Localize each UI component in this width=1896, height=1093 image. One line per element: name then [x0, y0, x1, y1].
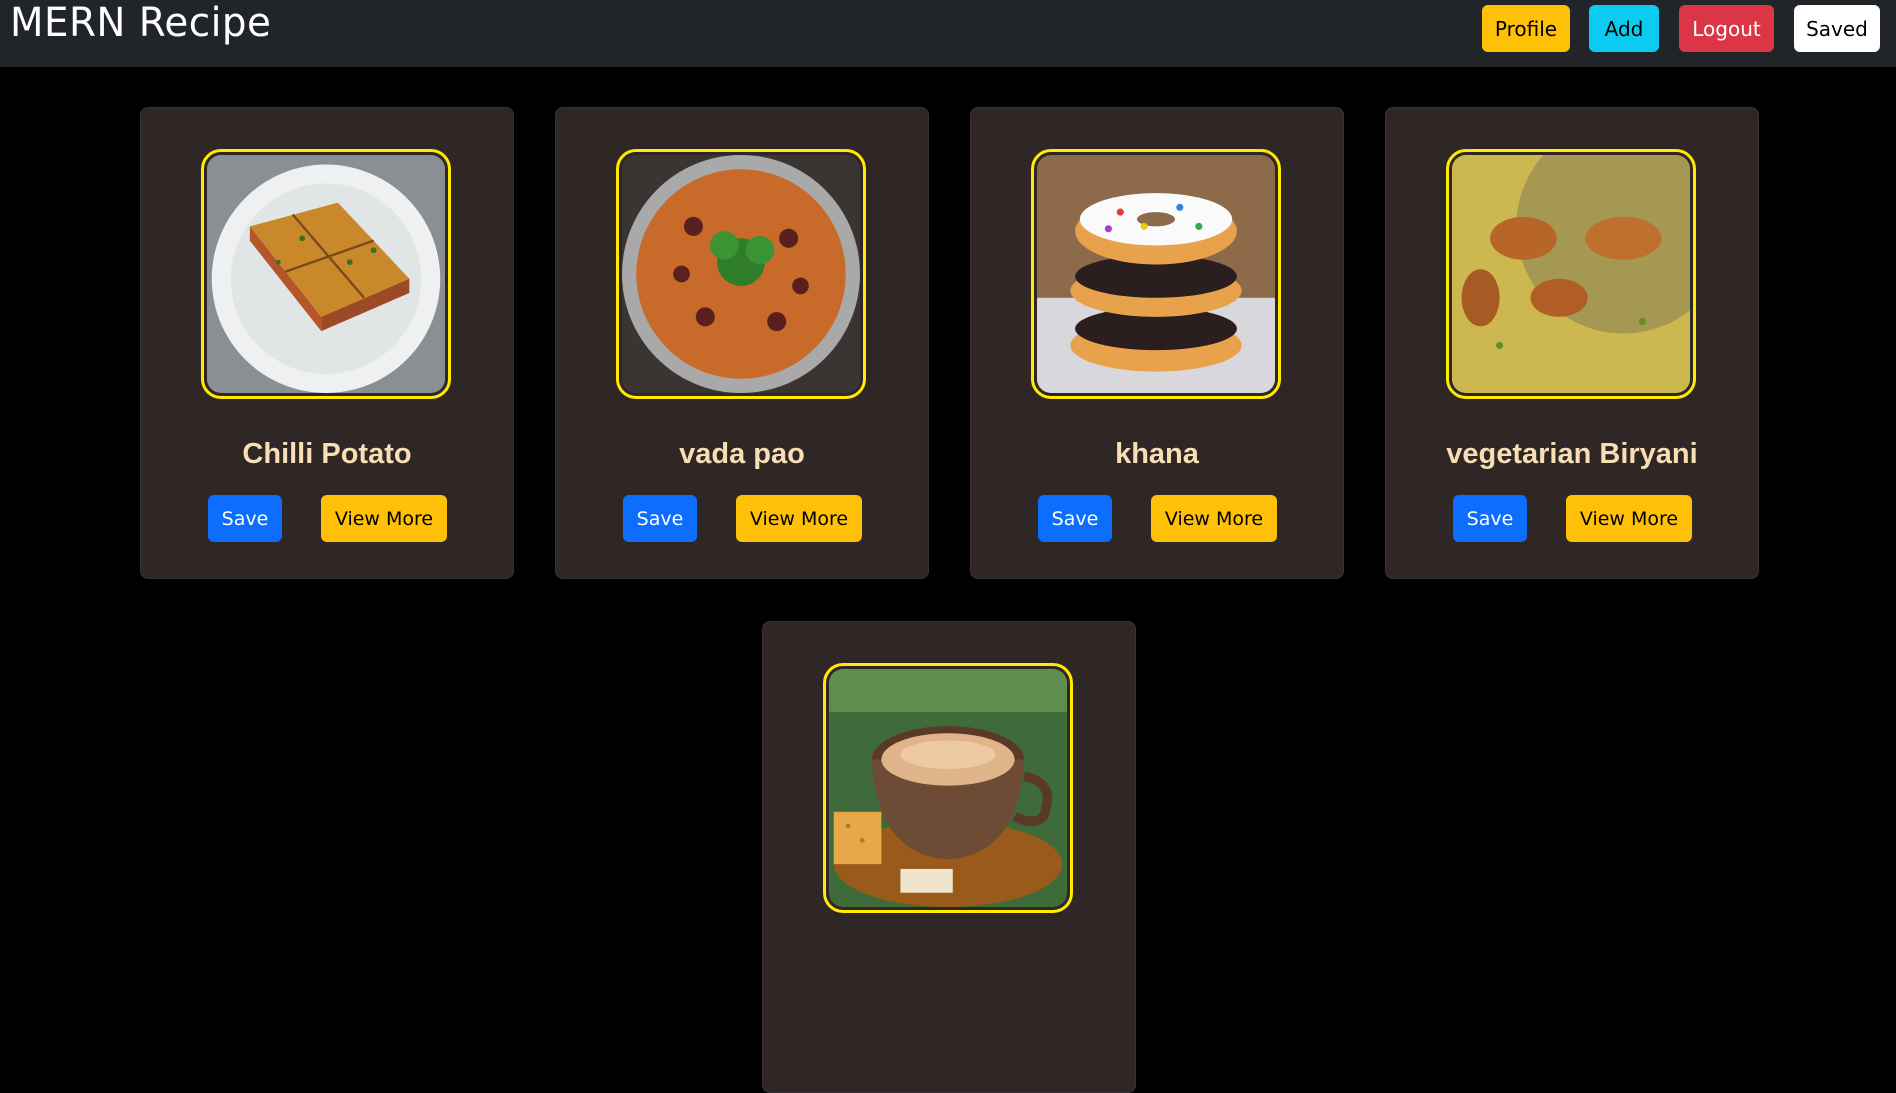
recipe-image-frame	[823, 663, 1073, 913]
view-more-button[interactable]: View More	[1151, 495, 1277, 542]
recipe-image	[829, 669, 1067, 907]
recipe-card: khana Save View More	[970, 107, 1344, 579]
view-more-button[interactable]: View More	[1566, 495, 1692, 542]
recipe-image	[1037, 155, 1275, 393]
recipe-image	[622, 155, 860, 393]
profile-button[interactable]: Profile	[1482, 5, 1570, 52]
recipe-title: khana	[1115, 438, 1199, 470]
recipe-card: vegetarian Biryani Save View More	[1385, 107, 1759, 579]
recipe-image-frame	[616, 149, 866, 399]
save-button[interactable]: Save	[1453, 495, 1527, 542]
recipe-title: vada pao	[679, 438, 805, 470]
saved-button[interactable]: Saved	[1794, 5, 1880, 52]
recipe-image-frame	[201, 149, 451, 399]
recipe-image-frame	[1031, 149, 1281, 399]
recipe-image	[1452, 155, 1690, 393]
view-more-button[interactable]: View More	[321, 495, 447, 542]
view-more-button[interactable]: View More	[736, 495, 862, 542]
logout-button[interactable]: Logout	[1679, 5, 1774, 52]
brand-logo[interactable]: MERN Recipe	[10, 0, 271, 46]
recipe-title: vegetarian Biryani	[1446, 438, 1698, 470]
recipe-title: Chilli Potato	[242, 438, 412, 470]
add-button[interactable]: Add	[1589, 5, 1659, 52]
navbar: MERN Recipe Profile Add Logout Saved	[0, 0, 1896, 67]
save-button[interactable]: Save	[1038, 495, 1112, 542]
save-button[interactable]: Save	[208, 495, 282, 542]
recipe-card: Chilli Potato Save View More	[140, 107, 514, 579]
recipe-image-frame	[1446, 149, 1696, 399]
save-button[interactable]: Save	[623, 495, 697, 542]
recipe-card: vada pao Save View More	[555, 107, 929, 579]
recipe-image	[207, 155, 445, 393]
recipe-card	[762, 621, 1136, 1093]
